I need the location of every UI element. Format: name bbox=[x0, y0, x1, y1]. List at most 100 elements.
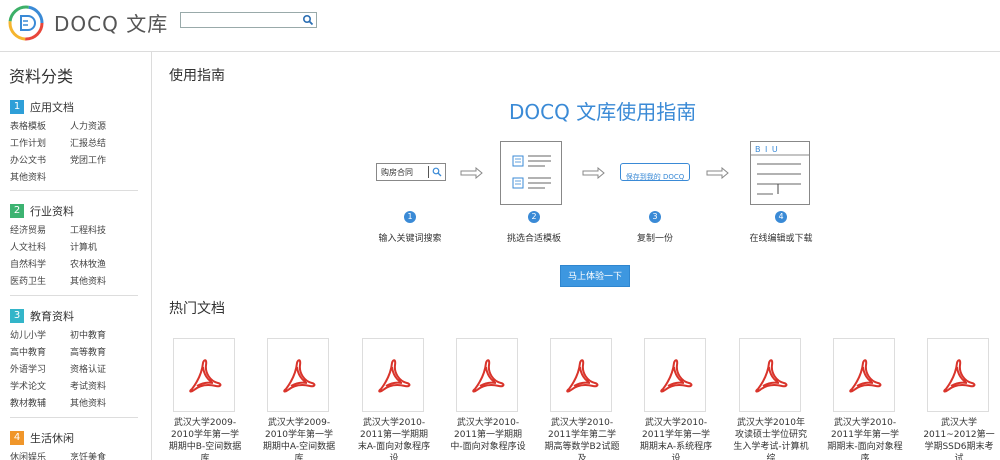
pdf-icon bbox=[943, 359, 976, 393]
try-now-button[interactable]: 马上体验一下 bbox=[560, 265, 630, 287]
doc-title[interactable]: 武汉大学2009-2010学年第一学期期中B-空间数据库 bbox=[167, 417, 243, 460]
doc-thumbnail[interactable] bbox=[362, 338, 424, 412]
step-number-badge: 3 bbox=[649, 211, 661, 223]
guide-title: DOCQ 文库使用指南 bbox=[509, 100, 697, 124]
search-input[interactable] bbox=[181, 18, 299, 33]
category-name[interactable]: 生活休闲 bbox=[30, 430, 74, 446]
category-link[interactable]: 其他资料 bbox=[10, 172, 70, 184]
doc-thumbnail[interactable] bbox=[739, 338, 801, 412]
doc-title[interactable]: 武汉大学2010-2011第一学期期中-面向对象程序设 bbox=[450, 417, 526, 453]
category-link[interactable]: 工程科技 bbox=[70, 225, 130, 237]
category-link[interactable]: 医药卫生 bbox=[10, 276, 70, 288]
category-link[interactable]: 教材教辅 bbox=[10, 398, 70, 410]
doc-title[interactable]: 武汉大学2009-2010学年第一学期期中A-空间数据库 bbox=[261, 417, 337, 460]
arrow-right-icon bbox=[582, 167, 605, 179]
brand-name[interactable]: DOCQ 文库 bbox=[54, 8, 168, 37]
category-number-badge: 2 bbox=[10, 204, 24, 218]
guide-section-title: 使用指南 bbox=[169, 68, 225, 84]
category-sidebar: 资料分类 1 应用文档 表格模板 人力资源 工作计划 汇报总结 办公文书 党团工… bbox=[0, 52, 152, 460]
doc-thumbnail[interactable] bbox=[173, 338, 235, 412]
main-content: 使用指南 DOCQ 文库使用指南 购房合同 保存到我的 DOCQ B I U 1… bbox=[153, 52, 1000, 460]
search-icon bbox=[432, 167, 442, 177]
category-link[interactable]: 其他资料 bbox=[70, 398, 130, 410]
template-list-illustration bbox=[500, 141, 562, 205]
arrow-right-icon bbox=[460, 167, 483, 179]
step-number-badge: 2 bbox=[528, 211, 540, 223]
category-link[interactable]: 其他资料 bbox=[70, 276, 130, 288]
doc-card[interactable]: 武汉大学2010-2011第一学期期中-面向对象程序设 bbox=[450, 338, 526, 453]
category-name[interactable]: 应用文档 bbox=[30, 99, 74, 115]
category-link[interactable]: 幼儿小学 bbox=[10, 330, 70, 342]
pdf-icon bbox=[566, 359, 599, 393]
doc-title[interactable]: 武汉大学2010-2011第一学期期末A-面向对象程序设 bbox=[356, 417, 432, 460]
doc-card[interactable]: 武汉大学2009-2010学年第一学期期中A-空间数据库 bbox=[261, 338, 337, 460]
doc-thumbnail[interactable] bbox=[550, 338, 612, 412]
category-link[interactable]: 学术论文 bbox=[10, 381, 70, 393]
category-link[interactable]: 人力资源 bbox=[70, 121, 130, 133]
pdf-icon bbox=[660, 359, 693, 393]
doc-title[interactable]: 武汉大学2010-2011学年第二学期高等数学B2试题及 bbox=[544, 417, 620, 460]
category-link[interactable]: 高中教育 bbox=[10, 347, 70, 359]
search-icon[interactable] bbox=[302, 14, 314, 26]
category-link[interactable]: 人文社科 bbox=[10, 242, 70, 254]
category-link[interactable]: 休闲娱乐 bbox=[10, 452, 70, 460]
category-divider bbox=[10, 190, 138, 191]
pdf-icon bbox=[755, 359, 788, 393]
step-number-badge: 4 bbox=[775, 211, 787, 223]
category-link[interactable]: 高等教育 bbox=[70, 347, 130, 359]
category-link[interactable]: 表格模板 bbox=[10, 121, 70, 133]
doc-title[interactable]: 武汉大学2011~2012第一学期SSD6期末考试 bbox=[921, 417, 997, 460]
doc-title[interactable]: 武汉大学2010年攻读硕士学位研究生入学考试-计算机综 bbox=[733, 417, 809, 460]
category-link[interactable]: 计算机 bbox=[70, 242, 130, 254]
category-link[interactable]: 烹饪美食 bbox=[70, 452, 130, 460]
doc-card[interactable]: 武汉大学2010-2011学年第一学期期末A-系统程序设 bbox=[638, 338, 714, 460]
doc-title[interactable]: 武汉大学2010-2011学年第一学期期末A-系统程序设 bbox=[638, 417, 714, 460]
category-link[interactable]: 资格认证 bbox=[70, 364, 130, 376]
step-label: 复制一份 bbox=[636, 234, 674, 244]
category-divider bbox=[10, 417, 138, 418]
category-number-badge: 4 bbox=[10, 431, 24, 445]
sidebar-title: 资料分类 bbox=[9, 67, 74, 86]
pdf-icon bbox=[378, 359, 411, 393]
category-link[interactable]: 办公文书 bbox=[10, 155, 70, 167]
doc-card[interactable]: 武汉大学2010年攻读硕士学位研究生入学考试-计算机综 bbox=[733, 338, 809, 460]
doc-thumbnail[interactable] bbox=[644, 338, 706, 412]
doc-thumbnail[interactable] bbox=[833, 338, 895, 412]
doc-card[interactable]: 武汉大学2010-2011第一学期期末A-面向对象程序设 bbox=[356, 338, 432, 460]
category-divider bbox=[10, 295, 138, 296]
category-link[interactable]: 农林牧渔 bbox=[70, 259, 130, 271]
doc-card[interactable]: 武汉大学2010-2011学年第一学期期末-面向对象程序 bbox=[827, 338, 903, 460]
doc-thumbnail[interactable] bbox=[267, 338, 329, 412]
category-link[interactable]: 考试资料 bbox=[70, 381, 130, 393]
doc-thumbnail[interactable] bbox=[927, 338, 989, 412]
docq-logo-icon[interactable] bbox=[8, 5, 44, 41]
save-copy-illustration-text: 保存到我的 DOCQ bbox=[625, 173, 685, 181]
doc-title[interactable]: 武汉大学2010-2011学年第一学期期末-面向对象程序 bbox=[827, 417, 903, 460]
category-link[interactable]: 外语学习 bbox=[10, 364, 70, 376]
category-link[interactable]: 工作计划 bbox=[10, 138, 70, 150]
category-number-badge: 1 bbox=[10, 100, 24, 114]
category-name[interactable]: 行业资料 bbox=[30, 203, 74, 219]
category-number-badge: 3 bbox=[10, 309, 24, 323]
save-copy-illustration: 保存到我的 DOCQ bbox=[620, 163, 690, 181]
category-name[interactable]: 教育资料 bbox=[30, 308, 74, 324]
doc-thumbnail[interactable] bbox=[456, 338, 518, 412]
step-label: 挑选合适模板 bbox=[506, 234, 562, 244]
category-link[interactable]: 自然科学 bbox=[10, 259, 70, 271]
category-link[interactable]: 党团工作 bbox=[70, 155, 130, 167]
top-header: DOCQ 文库 bbox=[0, 0, 1000, 52]
editor-illustration: B I U bbox=[750, 141, 810, 205]
step-number-badge: 1 bbox=[404, 211, 416, 223]
step-label: 在线编辑或下载 bbox=[749, 234, 813, 244]
pdf-icon bbox=[472, 359, 505, 393]
doc-card[interactable]: 武汉大学2009-2010学年第一学期期中B-空间数据库 bbox=[167, 338, 243, 460]
category-leisure: 4 生活休闲 休闲娱乐 烹饪美食 bbox=[10, 430, 138, 460]
category-link[interactable]: 初中教育 bbox=[70, 330, 130, 342]
doc-card[interactable]: 武汉大学2011~2012第一学期SSD6期末考试 bbox=[921, 338, 997, 460]
category-link[interactable]: 汇报总结 bbox=[70, 138, 130, 150]
pdf-icon bbox=[283, 359, 316, 393]
search-box bbox=[180, 12, 317, 33]
doc-card[interactable]: 武汉大学2010-2011学年第二学期高等数学B2试题及 bbox=[544, 338, 620, 460]
category-industry: 2 行业资料 经济贸易 工程科技 人文社科 计算机 自然科学 农林牧渔 医药卫生… bbox=[10, 203, 138, 288]
category-link[interactable]: 经济贸易 bbox=[10, 225, 70, 237]
